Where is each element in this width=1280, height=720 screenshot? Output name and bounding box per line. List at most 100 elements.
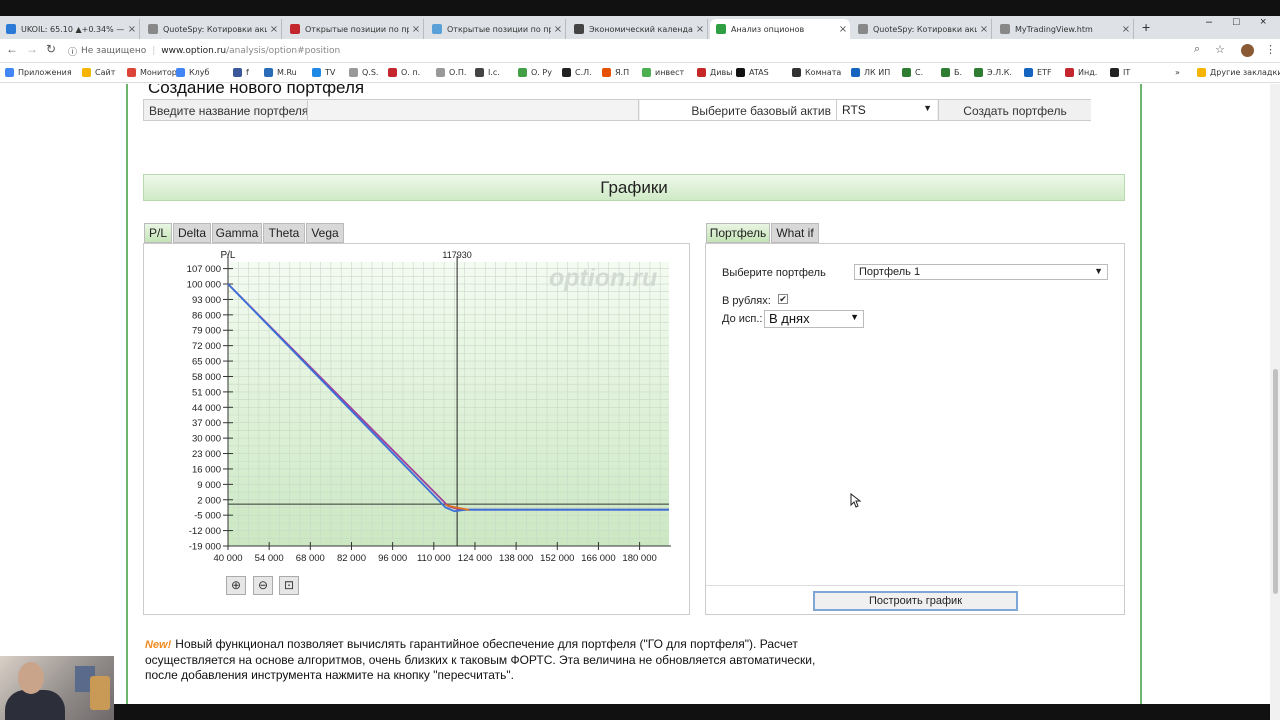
bookmark-item[interactable]: Дивы [697,68,732,77]
bookmark-item[interactable]: I.c. [475,68,500,77]
zoom-out-icon[interactable]: ⊖ [253,576,273,595]
portfolio-name-input[interactable] [307,100,639,120]
zoom-reset-icon[interactable]: ⊡ [279,576,299,595]
browser-tab-active[interactable]: Анализ опционов × [710,19,850,39]
browser-tab[interactable]: QuoteSpy: Котировки акц × [852,19,992,39]
other-bookmarks[interactable]: Другие закладки [1197,68,1280,77]
tab-pl[interactable]: P/L [144,223,172,243]
bookmark-label: I.c. [488,68,500,77]
info-icon[interactable]: ⓘ [68,45,77,58]
back-icon[interactable]: ← [6,42,18,56]
tab-title: Открытые позиции по пр [305,24,409,34]
tab-title: QuoteSpy: Котировки акц [163,24,267,34]
bookmark-item[interactable]: Инд. [1065,68,1097,77]
x-tick-label: 68 000 [296,553,325,564]
bookmark-item[interactable]: О. Ру [518,68,552,77]
bookmark-icon [176,68,185,77]
browser-tab[interactable]: UKOIL: 65.10 ▲+0.34% — I × [0,19,140,39]
maximize-icon[interactable]: □ [1233,16,1240,28]
build-chart-button[interactable]: Построить график [813,591,1018,611]
tab-title: Открытые позиции по пр [447,24,551,34]
close-tab-icon[interactable]: × [977,24,991,35]
browser-tab[interactable]: Открытые позиции по пр × [284,19,424,39]
zoom-in-icon[interactable]: ⊕ [226,576,246,595]
bookmark-item[interactable]: f [233,68,249,77]
tab-favicon-icon [6,24,16,34]
tab-gamma[interactable]: Gamma [212,223,262,243]
bookmark-icon [312,68,321,77]
browser-tab[interactable]: Экономический календар × [568,19,708,39]
bookmark-label: О.П. [449,68,467,77]
close-tab-icon[interactable]: × [125,24,139,35]
portfolio-select[interactable]: Портфель 1 ▼ [854,264,1108,280]
bookmark-item[interactable]: Q.S. [349,68,378,77]
browser-tab[interactable]: MyTradingView.htm × [994,19,1134,39]
y-tick-label: 93 000 [192,295,221,306]
in-rubles-checkbox[interactable]: ✔ [778,294,788,304]
dropdown-arrow-icon: ▼ [923,103,932,113]
url-field[interactable]: ⓘ Не защищено | www.option.ru/analysis/o… [68,42,1188,60]
forward-icon[interactable]: → [26,42,38,56]
tab-theta[interactable]: Theta [263,223,305,243]
bookmark-item[interactable]: О. п. [388,68,420,77]
y-tick-label: -12 000 [189,526,221,537]
bookmark-item[interactable]: Монитор [127,68,177,77]
bookmark-icon [902,68,911,77]
bookmark-item[interactable]: Клуб [176,68,209,77]
bookmark-item[interactable]: IT [1110,68,1130,77]
tab-favicon-icon [290,24,300,34]
scrollbar-thumb[interactable] [1273,369,1278,594]
close-tab-icon[interactable]: × [409,24,423,35]
tab-vega[interactable]: Vega [306,223,344,243]
more-bookmarks-icon[interactable]: » [1175,68,1180,77]
close-tab-icon[interactable]: × [1119,24,1133,35]
tab-portfolio[interactable]: Портфель [706,223,770,243]
bookmark-star-icon[interactable]: ☆ [1215,43,1225,56]
close-tab-icon[interactable]: × [551,24,565,35]
y-tick-label: 58 000 [192,372,221,383]
bookmark-label: Э.Л.К. [987,68,1012,77]
browser-tab[interactable]: Открытые позиции по пр × [426,19,566,39]
tab-delta[interactable]: Delta [173,223,211,243]
bookmark-item[interactable]: Б. [941,68,962,77]
tab-title: Анализ опционов [731,24,805,34]
bookmark-label: С. [915,68,924,77]
window-close-icon[interactable]: × [1260,16,1266,28]
bookmark-item[interactable]: TV [312,68,335,77]
browser-tab[interactable]: QuoteSpy: Котировки акц × [142,19,282,39]
tab-what-if[interactable]: What if [771,223,819,243]
bookmark-item[interactable]: С. [902,68,923,77]
tab-title: QuoteSpy: Котировки акц [873,24,977,34]
close-tab-icon[interactable]: × [836,24,850,35]
close-tab-icon[interactable]: × [693,24,707,35]
bookmark-item[interactable]: О.П. [436,68,466,77]
new-tab-icon[interactable]: + [1142,19,1150,35]
bookmark-label: Монитор [140,68,177,77]
bookmark-item[interactable]: ATAS [736,68,769,77]
bookmark-icon [518,68,527,77]
bookmark-item[interactable]: Приложения [5,68,72,77]
folder-icon [1197,68,1206,77]
bookmark-item[interactable]: С.Л. [562,68,592,77]
bookmark-label: Я.П [615,68,630,77]
bookmark-item[interactable]: Сайт [82,68,115,77]
bookmark-item[interactable]: инвест [642,68,684,77]
bookmark-item[interactable]: ETF [1024,68,1052,77]
tab-favicon-icon [716,24,726,34]
zoom-icon[interactable]: ⌕ [1194,43,1200,56]
close-tab-icon[interactable]: × [267,24,281,35]
current-price-label: 117930 [442,250,471,260]
menu-dots-icon[interactable]: ⋮ [1265,43,1276,56]
expiry-select[interactable]: В днях ▼ [764,310,864,328]
bookmark-item[interactable]: ЛК ИП [851,68,890,77]
profile-avatar[interactable] [1241,44,1254,57]
minimize-icon[interactable]: – [1206,16,1212,28]
create-portfolio-button[interactable]: Создать портфель [938,100,1091,120]
tab-favicon-icon [574,24,584,34]
base-asset-select[interactable]: RTS ▼ [836,100,937,120]
bookmark-item[interactable]: M.Ru [264,68,297,77]
bookmark-item[interactable]: Я.П [602,68,629,77]
bookmark-item[interactable]: Э.Л.К. [974,68,1012,77]
reload-icon[interactable]: ↻ [46,42,56,56]
bookmark-item[interactable]: Комната [792,68,841,77]
